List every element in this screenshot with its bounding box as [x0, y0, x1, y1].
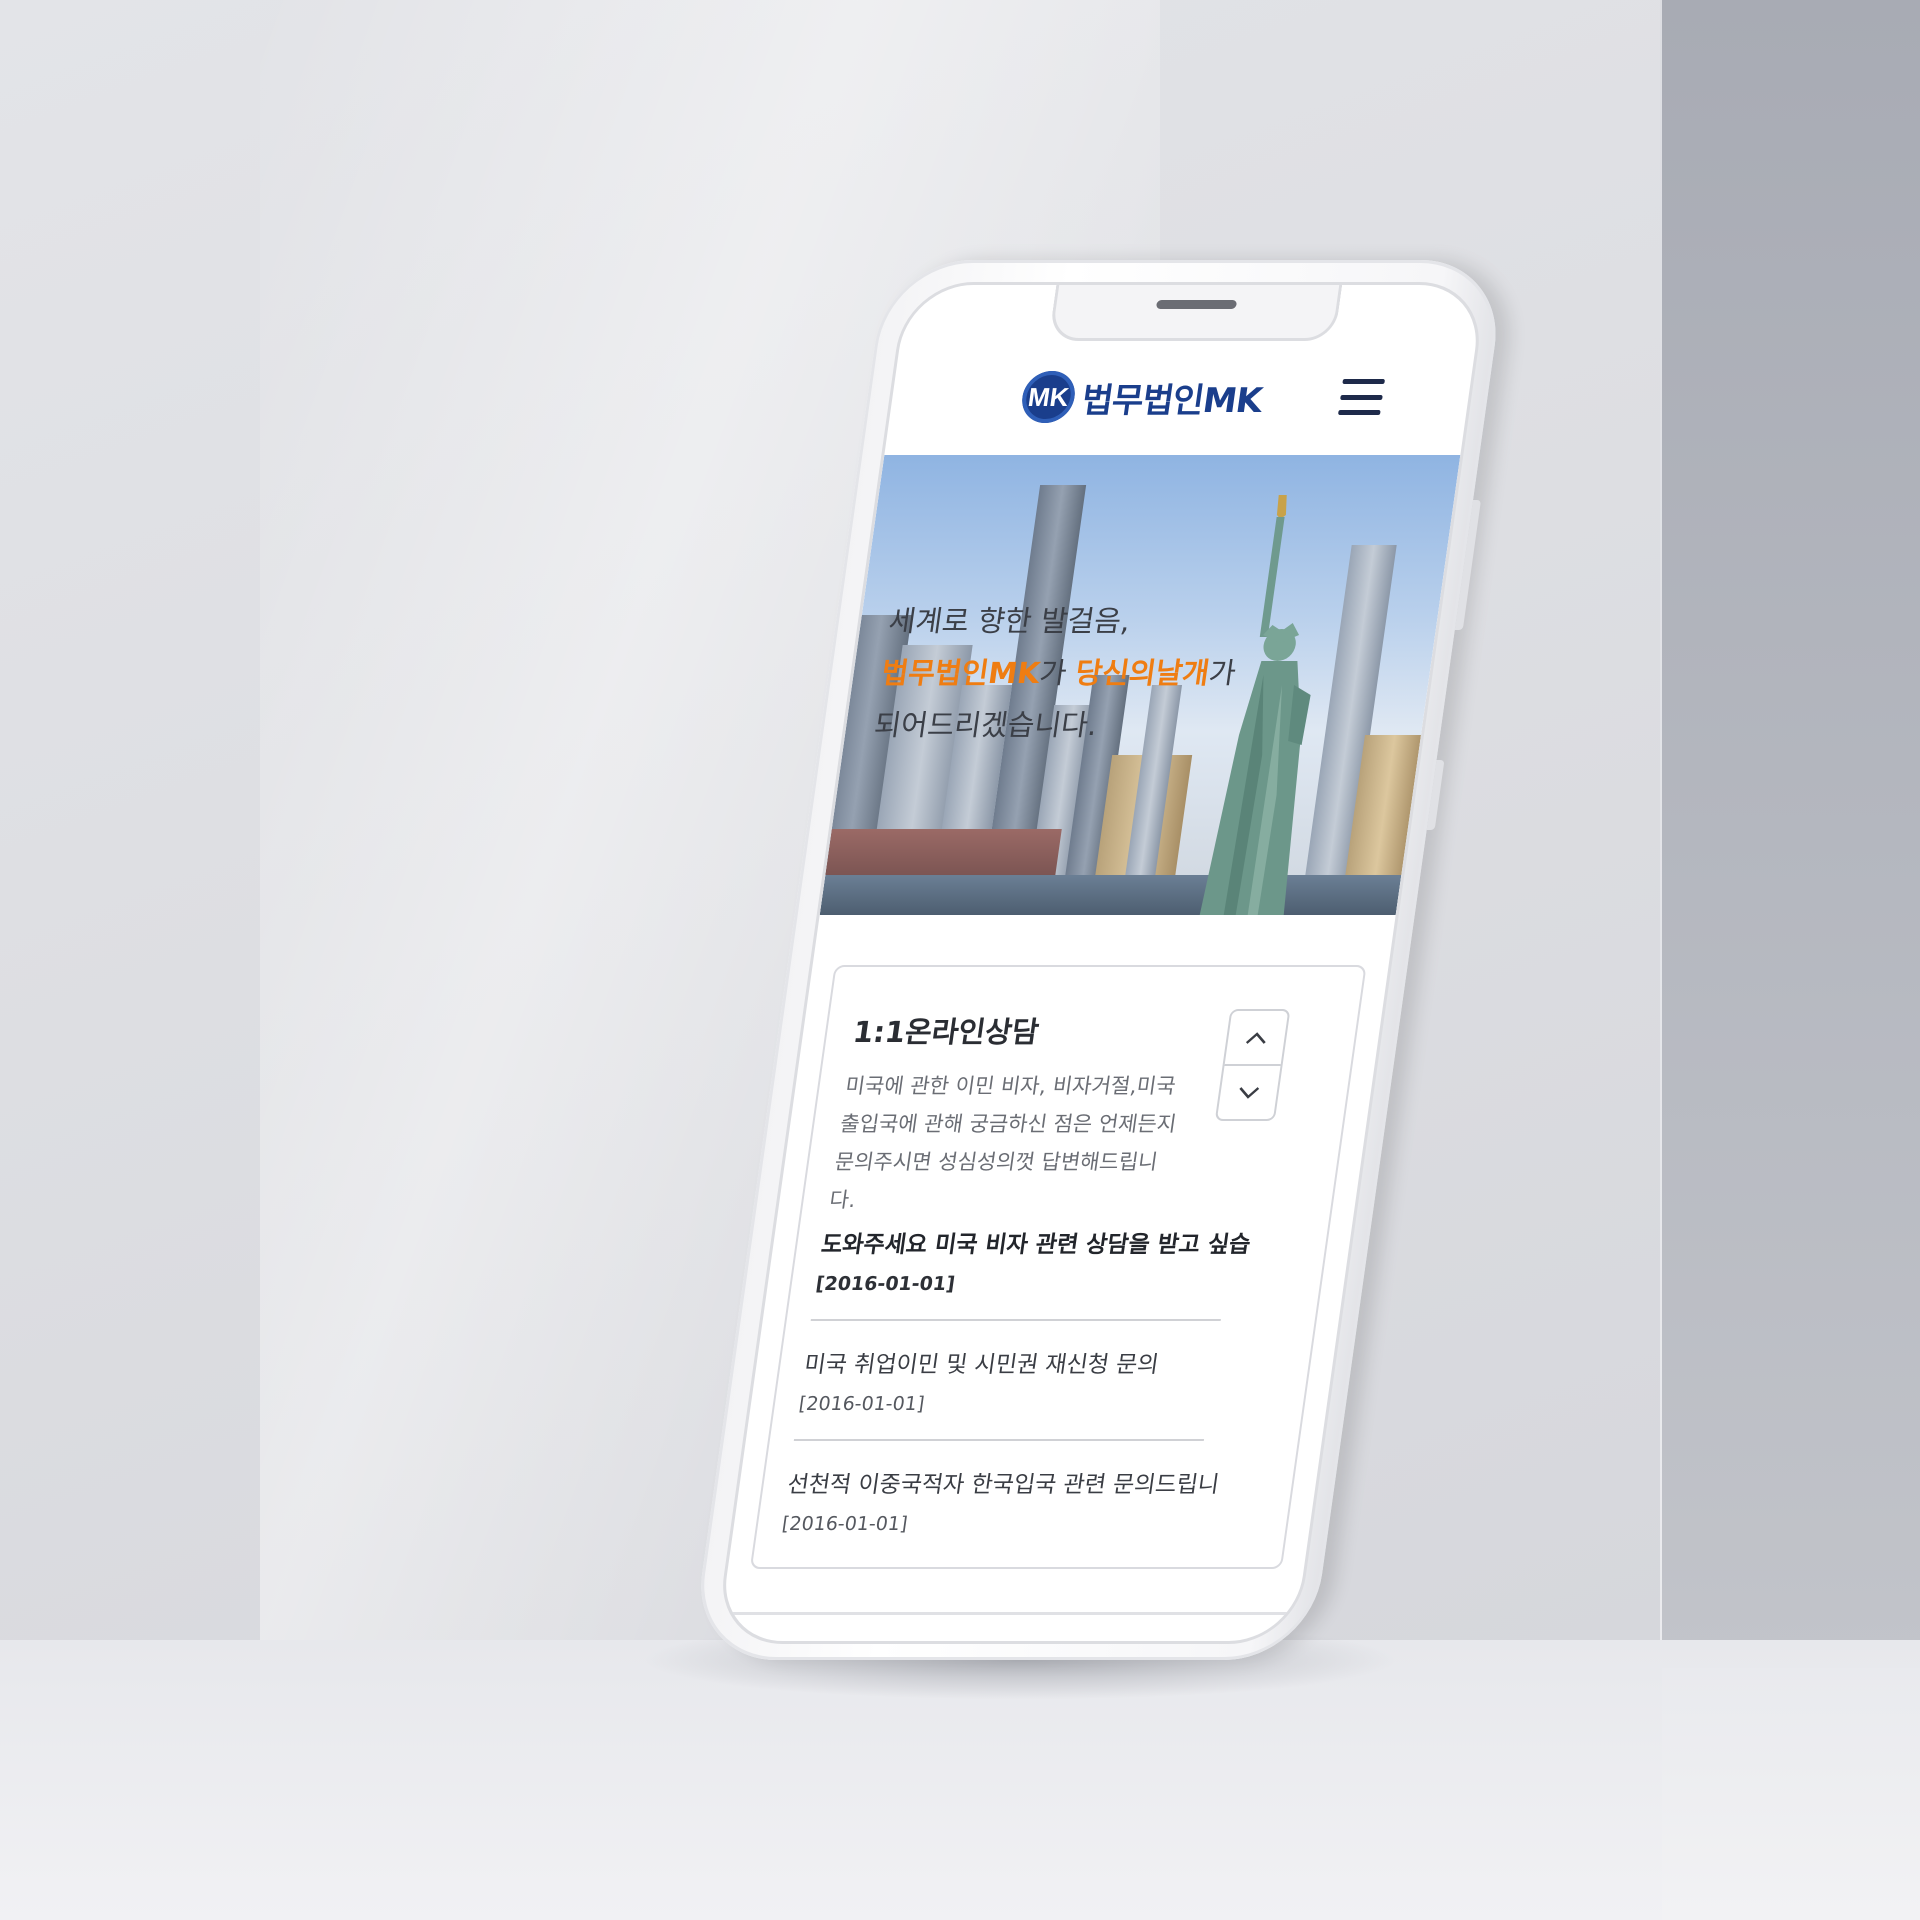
hero-brand-text: 법무법인MK	[879, 656, 1043, 690]
scroll-arrows	[1214, 1009, 1291, 1121]
description-line: 미국에 관한 이민 비자, 비자거절,미국	[843, 1074, 1178, 1098]
site-header: MK 법무법인MK	[884, 345, 1475, 455]
post-date: [2016-01-01]	[780, 1513, 909, 1535]
chevron-up-icon	[1246, 1031, 1266, 1044]
phone-notch	[1048, 282, 1343, 341]
hero-line-3: 되어드리겠습니다.	[872, 708, 1100, 742]
consultation-post[interactable]: 미국 취업이민 및 시민권 재신청 문의 [2016-01-01]	[797, 1345, 1237, 1415]
hero-banner: 세계로 향한 발걸음, 법무법인MK가 당신의날개가 되어드리겠습니다.	[819, 455, 1461, 915]
hero-end-text: 가	[1206, 656, 1239, 690]
scroll-down-button[interactable]	[1217, 1064, 1281, 1119]
hero-line-2: 법무법인MK가 당신의날개가	[878, 647, 1305, 699]
post-title: 선천적 이중국적자 한국입국 관련 문의드립니...	[785, 1472, 1221, 1498]
consultation-description: 미국에 관한 이민 비자, 비자거절,미국 출입국에 관해 궁금하신 점은 언제…	[827, 1067, 1188, 1219]
online-consultation-panel: 1:1온라인상담 미국에 관한 이민 비자, 비자거절,미국 출입국에 관해 궁…	[749, 965, 1367, 1569]
logo-emblem: MK	[1018, 371, 1079, 423]
post-title: 미국 취업이민 및 시민권 재신청 문의	[802, 1352, 1161, 1378]
post-date: [2016-01-01]	[797, 1393, 926, 1415]
floor-right	[1662, 1668, 1920, 1920]
hero-headline: 세계로 향한 발걸음, 법무법인MK가 당신의날개가 되어드리겠습니다.	[871, 595, 1313, 751]
consultation-title: 1:1온라인상담	[850, 1015, 1042, 1049]
consultation-post[interactable]: 선천적 이중국적자 한국입국 관련 문의드립니... [2016-01-01]	[781, 1465, 1221, 1535]
pier-building	[825, 829, 1062, 875]
chevron-down-icon	[1239, 1086, 1260, 1099]
description-line: 문의주시면 성심성의껏 답변해드립니다.	[827, 1150, 1160, 1212]
speaker-grille	[1155, 300, 1238, 309]
logo-text: 법무법인MK	[1079, 380, 1265, 421]
description-line: 출입국에 관해 궁금하신 점은 언제든지	[838, 1112, 1178, 1136]
mockup-scene: MK 법무법인MK 세계로 향한 발걸음, 법무법인MK가 당신의날개가 되어드…	[0, 0, 1920, 1920]
background-wall-right	[1662, 0, 1920, 1670]
post-title: 도와주세요 미국 비자 관련 상담을 받고 싶습...	[819, 1232, 1255, 1258]
hero-line-1: 세계로 향한 발걸음,	[886, 604, 1133, 638]
post-date: [2016-01-01]	[814, 1273, 957, 1295]
consultation-post[interactable]: 도와주세요 미국 비자 관련 상담을 받고 싶습... [2016-01-01]	[814, 1225, 1254, 1295]
hero-connector-text: 가	[1037, 656, 1079, 690]
hero-accent-text: 당신의날개	[1073, 656, 1212, 690]
hamburger-menu-icon[interactable]	[1337, 379, 1386, 415]
harbor-water	[819, 875, 1402, 915]
post-divider	[810, 1319, 1221, 1321]
screen-bottom-edge	[721, 1612, 1298, 1615]
post-divider	[793, 1439, 1205, 1441]
scroll-up-button[interactable]	[1225, 1011, 1288, 1064]
site-logo[interactable]: MK 법무법인MK	[1018, 371, 1266, 423]
